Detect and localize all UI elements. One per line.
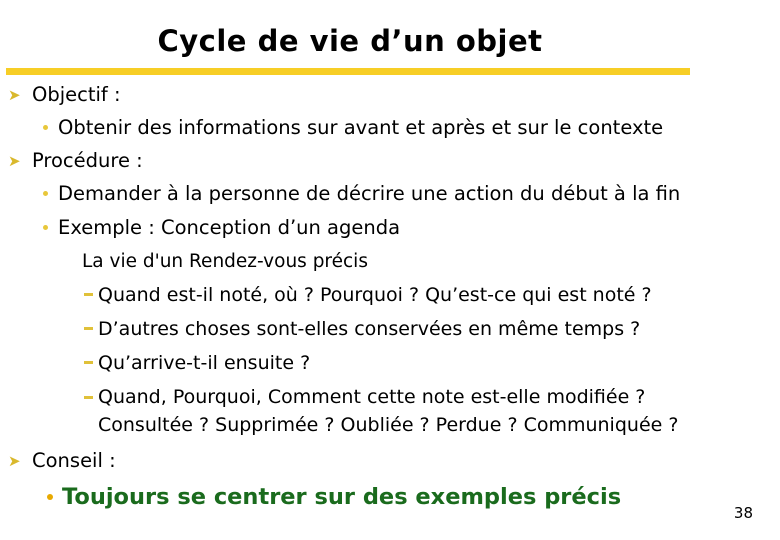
bullet-text: Demander à la personne de décrire une ac…: [58, 182, 681, 205]
slide-body: ➤ Objectif : Obtenir des informations su…: [0, 79, 780, 517]
bullet-text: Procédure :: [32, 149, 143, 172]
arrow-bullet-icon: ➤: [8, 452, 21, 470]
title-underline-rule: [6, 68, 690, 75]
bullet-procedure-item-1: Demander à la personne de décrire une ac…: [0, 177, 780, 211]
bullet-text: Exemple : Conception d’un agenda: [58, 216, 401, 239]
arrow-bullet-icon: ➤: [8, 152, 21, 170]
arrow-bullet-icon: ➤: [8, 86, 21, 104]
bullet-procedure-item-2: Exemple : Conception d’un agenda: [0, 211, 780, 245]
dash-bullet-icon: [84, 396, 93, 399]
page-number: 38: [733, 504, 753, 522]
sub-heading-text: La vie d'un Rendez-vous précis: [82, 251, 368, 272]
bullet-objectif-heading: ➤ Objectif :: [0, 79, 780, 111]
bullet-conseil-heading: ➤ Conseil :: [0, 445, 780, 477]
bullet-procedure-heading: ➤ Procédure :: [0, 145, 780, 177]
dash-item-question-3: Qu’arrive-t-il ensuite ?: [0, 346, 780, 380]
dash-bullet-icon: [84, 293, 93, 296]
bullet-text-line-1: Quand, Pourquoi, Comment cette note est-…: [98, 386, 646, 408]
bullet-text: Conseil :: [32, 449, 116, 472]
dot-bullet-icon: [43, 125, 48, 130]
bullet-objectif-item-1: Obtenir des informations sur avant et ap…: [0, 111, 780, 145]
bullet-text: D’autres choses sont-elles conservées en…: [98, 318, 641, 340]
bullet-text: Objectif :: [32, 83, 121, 106]
dash-item-question-1: Quand est-il noté, où ? Pourquoi ? Qu’es…: [0, 278, 780, 312]
dot-bullet-icon: [47, 494, 53, 500]
dash-item-question-4: Quand, Pourquoi, Comment cette note est-…: [0, 380, 780, 439]
bullet-text: Quand est-il noté, où ? Pourquoi ? Qu’es…: [98, 284, 652, 306]
bullet-conseil-item-1: Toujours se centrer sur des exemples pré…: [0, 477, 780, 517]
bullet-text: Obtenir des informations sur avant et ap…: [58, 116, 664, 139]
dash-bullet-icon: [84, 361, 93, 364]
page-title: Cycle de vie d’un objet: [157, 24, 543, 58]
sub-heading-rendez-vous: La vie d'un Rendez-vous précis: [0, 245, 780, 278]
dot-bullet-icon: [43, 225, 48, 230]
slide-canvas: Cycle de vie d’un objet ➤ Objectif : Obt…: [0, 0, 780, 540]
bullet-text-line-2: Consultée ? Supprimée ? Oubliée ? Perdue…: [98, 414, 679, 436]
bullet-text: Qu’arrive-t-il ensuite ?: [98, 352, 311, 374]
dash-bullet-icon: [84, 327, 93, 330]
dot-bullet-icon: [43, 191, 48, 196]
bullet-text: Toujours se centrer sur des exemples pré…: [62, 484, 622, 510]
dash-item-question-2: D’autres choses sont-elles conservées en…: [0, 312, 780, 346]
